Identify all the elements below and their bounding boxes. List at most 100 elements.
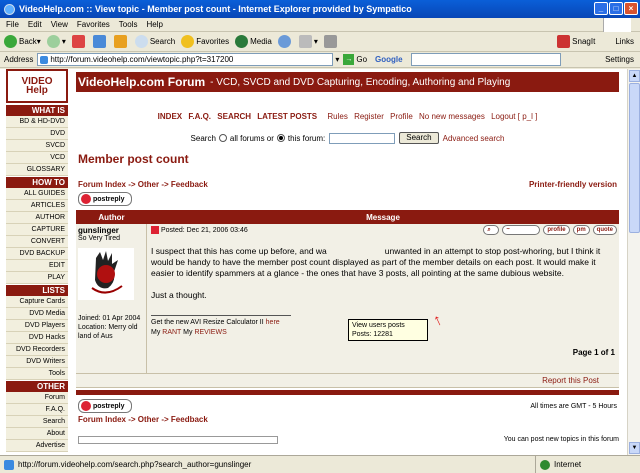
print-button[interactable]: [323, 35, 339, 48]
favorites-button[interactable]: Favorites: [181, 35, 229, 48]
post-body: I suspect that this has come up before, …: [151, 246, 615, 301]
back-button[interactable]: Back ▾: [4, 35, 41, 48]
sidebar-item-forum[interactable]: Forum: [6, 392, 68, 404]
menu-favorites[interactable]: Favorites: [77, 20, 110, 29]
sidebar-item-glossary[interactable]: GLOSSARY: [6, 164, 68, 176]
videohelp-logo[interactable]: VIDEO Help: [6, 69, 68, 103]
status-url: http://forum.videohelp.com/search.php?se…: [0, 459, 535, 470]
menu-view[interactable]: View: [51, 20, 68, 29]
nav-faq[interactable]: F.A.Q.: [188, 112, 211, 121]
nav-register[interactable]: Register: [354, 112, 384, 121]
pm-button[interactable]: pm: [572, 225, 590, 235]
address-input[interactable]: http://forum.videohelp.com/viewtopic.php…: [37, 53, 334, 66]
sidebar-item-dvd-players[interactable]: DVD Players: [6, 320, 68, 332]
refresh-button[interactable]: [92, 35, 108, 48]
mail-icon: [298, 35, 312, 48]
sidebar-item-tools[interactable]: Tools: [6, 368, 68, 380]
post-reply-button[interactable]: postreply: [78, 192, 132, 206]
sidebar-item-dvd-backup[interactable]: DVD BACKUP: [6, 248, 68, 260]
printer-friendly-link[interactable]: Printer-friendly version: [529, 180, 617, 189]
post-reply-button-bottom[interactable]: postreply: [78, 399, 132, 413]
scroll-down-icon[interactable]: ▼: [629, 442, 640, 454]
menu-file[interactable]: File: [6, 20, 19, 29]
snagit-button[interactable]: SnagIt: [557, 35, 595, 48]
search-user-posts-icon[interactable]: ⌕: [483, 225, 500, 235]
timezone-note: All times are GMT - 5 Hours: [530, 402, 617, 410]
forward-button[interactable]: ▾: [46, 35, 66, 48]
menu-bar: File Edit View Favorites Tools Help: [0, 18, 640, 32]
search-input[interactable]: [329, 132, 396, 144]
breadcrumb-bottom[interactable]: Forum Index -> Other -> Feedback: [78, 415, 208, 424]
maximize-button[interactable]: □: [609, 2, 623, 15]
nav-profile[interactable]: Profile: [390, 112, 413, 121]
search-submit-button[interactable]: Search: [399, 132, 439, 144]
home-button[interactable]: [113, 35, 129, 48]
sidebar-item-capture-cards[interactable]: Capture Cards: [6, 296, 68, 308]
www-icon[interactable]: ~: [502, 225, 541, 235]
forum-banner: VideoHelp.com Forum - VCD, SVCD and DVD …: [76, 72, 619, 92]
sidebar-item-faq[interactable]: F.A.Q.: [6, 404, 68, 416]
sidebar-item-search[interactable]: Search: [6, 416, 68, 428]
report-post-link[interactable]: Report this Post: [542, 376, 599, 385]
quote-button[interactable]: quote: [592, 225, 617, 235]
mail-button[interactable]: ▾: [298, 35, 318, 48]
sidebar-item-dvd-media[interactable]: DVD Media: [6, 308, 68, 320]
settings-button[interactable]: Settings: [605, 55, 634, 64]
sidebar-item-dvd[interactable]: DVD: [6, 128, 68, 140]
sidebar-item-author[interactable]: AUTHOR: [6, 212, 68, 224]
sidebar-item-convert[interactable]: CONVERT: [6, 236, 68, 248]
links-button[interactable]: Links: [615, 37, 634, 46]
scroll-thumb[interactable]: [629, 83, 640, 233]
message-column-header: Message: [366, 212, 400, 222]
profile-button[interactable]: profile: [543, 225, 570, 235]
sidebar-item-bd-hd-dvd[interactable]: BD & HD-DVD: [6, 116, 68, 128]
search-button[interactable]: Search: [134, 35, 175, 48]
nav-logout[interactable]: Logout [ p_l ]: [491, 112, 537, 121]
media-icon: [235, 35, 249, 48]
menu-help[interactable]: Help: [146, 20, 162, 29]
sidebar-item-all-guides[interactable]: ALL GUIDES: [6, 188, 68, 200]
sidebar-item-edit[interactable]: EDIT: [6, 260, 68, 272]
sidebar-item-svcd[interactable]: SVCD: [6, 140, 68, 152]
sig-reviews-link[interactable]: REVIEWS: [194, 329, 226, 336]
nav-latest-posts[interactable]: LATEST POSTS: [257, 112, 317, 121]
sidebar-item-vcd[interactable]: VCD: [6, 152, 68, 164]
minimize-button[interactable]: _: [594, 2, 608, 15]
reply-icon: [81, 194, 91, 204]
go-button[interactable]: → Go: [343, 54, 367, 65]
sig-here-link[interactable]: here: [266, 319, 280, 326]
sidebar-item-play[interactable]: PLAY: [6, 272, 68, 284]
sig-rant-link[interactable]: RANT: [162, 329, 181, 336]
stop-button[interactable]: [71, 35, 87, 48]
google-search-input[interactable]: [410, 53, 561, 66]
site-title[interactable]: VideoHelp.com Forum: [78, 75, 205, 89]
radio-all-forums[interactable]: [218, 134, 227, 142]
address-dropdown-icon[interactable]: ▾: [335, 55, 339, 64]
sidebar-item-capture[interactable]: CAPTURE: [6, 224, 68, 236]
search-icon: [134, 35, 148, 48]
scroll-up-icon[interactable]: ▲: [629, 70, 640, 82]
sidebar-item-about[interactable]: About: [6, 428, 68, 440]
radio-this-forum[interactable]: [276, 134, 285, 142]
advanced-search-link[interactable]: Advanced search: [443, 134, 505, 143]
jump-to-select[interactable]: [78, 436, 278, 444]
main-content: VideoHelp.com Forum - VCD, SVCD and DVD …: [76, 69, 619, 444]
media-button[interactable]: Media: [235, 35, 272, 48]
breadcrumb[interactable]: Forum Index -> Other -> Feedback: [78, 180, 208, 189]
menu-tools[interactable]: Tools: [119, 20, 138, 29]
nav-search[interactable]: SEARCH: [217, 112, 251, 121]
nav-rules[interactable]: Rules: [327, 112, 347, 121]
sidebar-item-advertise[interactable]: Advertise: [6, 440, 68, 452]
sidebar-item-dvd-writers[interactable]: DVD Writers: [6, 356, 68, 368]
post-author: gunslinger So Very Tired Joined: 01 Apr …: [76, 224, 147, 373]
nav-messages[interactable]: No new messages: [419, 112, 485, 121]
sidebar-item-articles[interactable]: ARTICLES: [6, 200, 68, 212]
close-button[interactable]: ×: [624, 2, 638, 15]
nav-index[interactable]: INDEX: [158, 112, 182, 121]
sidebar-item-dvd-recorders[interactable]: DVD Recorders: [6, 344, 68, 356]
sidebar-item-dvd-hacks[interactable]: DVD Hacks: [6, 332, 68, 344]
page-title[interactable]: Member post count: [78, 152, 619, 166]
menu-edit[interactable]: Edit: [28, 20, 42, 29]
history-button[interactable]: [277, 35, 293, 48]
vertical-scrollbar[interactable]: ▲ ▼: [627, 69, 640, 455]
